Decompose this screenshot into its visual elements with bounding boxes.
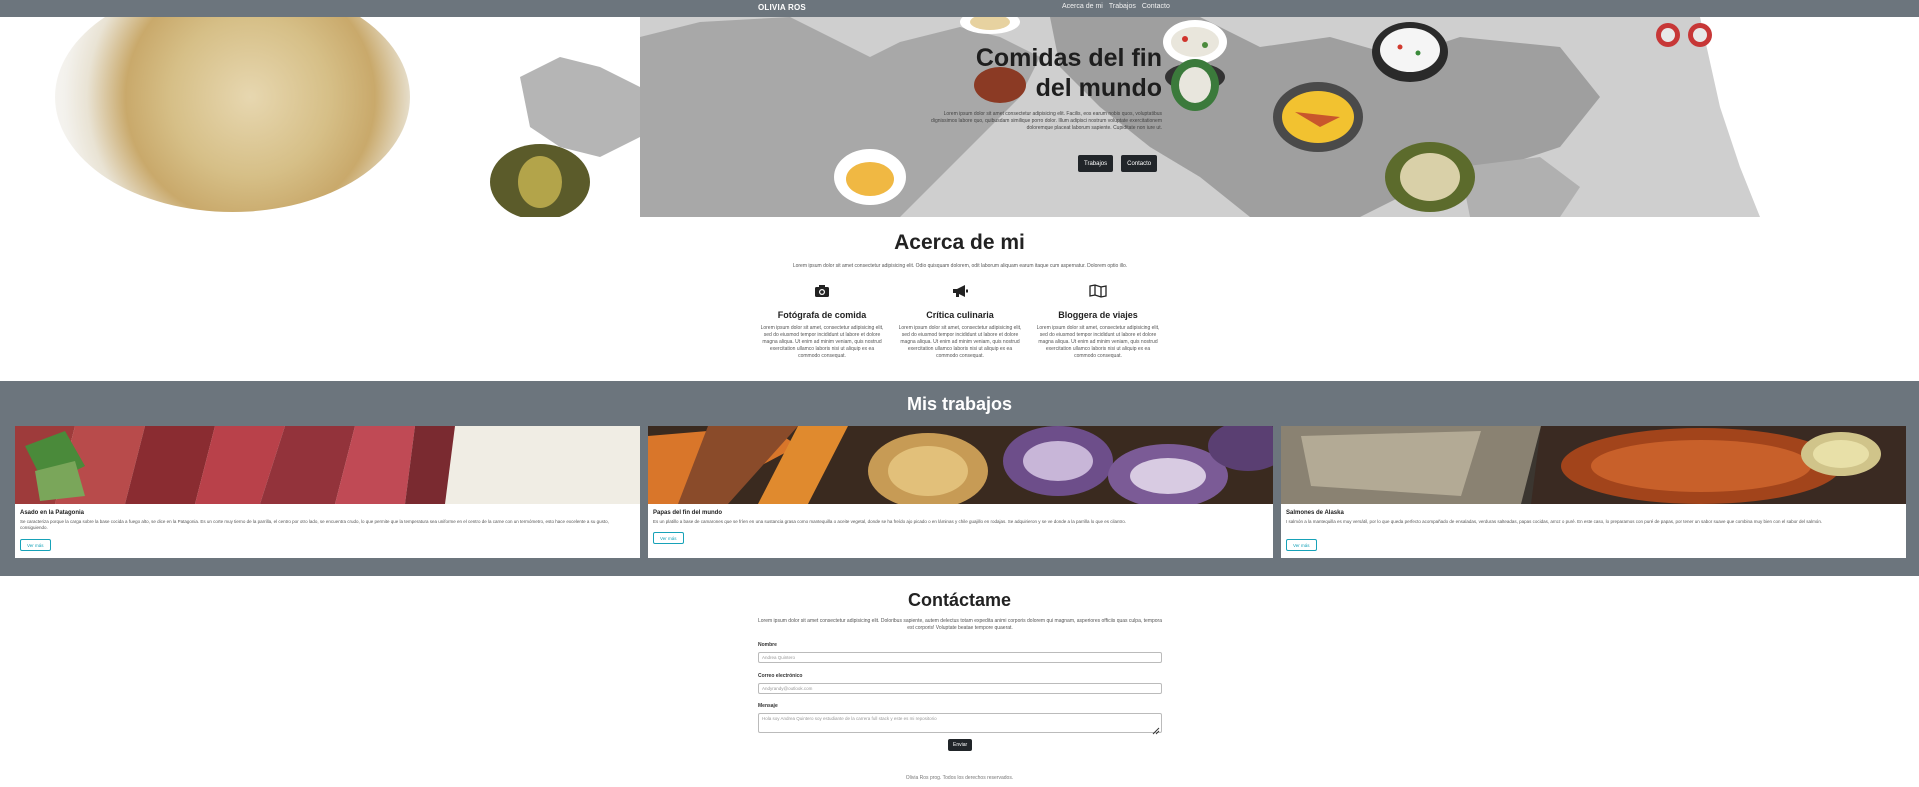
work-card: Salmones de Alaska I salmón a la mantequ… <box>1281 426 1906 558</box>
feature-title: Crítica culinaria <box>926 310 994 320</box>
card-text: Se caracteriza porque la carga sobre la … <box>20 519 609 530</box>
card-title: Asado en la Patagonia <box>20 510 85 516</box>
navbar: OLIVIA ROS Acerca de mi Trabajos Contact… <box>0 0 1919 17</box>
contacto-button[interactable]: Contacto <box>1121 155 1158 172</box>
feature-description: Lorem ipsum dolor sit amet, consectetur … <box>898 325 1022 359</box>
feature-title: Bloggera de viajes <box>1058 310 1138 320</box>
hero-description: Lorem ipsum dolor sit amet consectetur a… <box>931 111 1162 131</box>
hero-section: Comidas del fin del mundo Lorem ipsum do… <box>0 17 1919 217</box>
nav-link-acerca[interactable]: Acerca de mi <box>1062 3 1103 10</box>
feature-food-critic: Crítica culinaria Lorem ipsum dolor sit … <box>898 284 1022 360</box>
card-text: I salmón a la mantequilla es muy versáti… <box>1286 519 1823 524</box>
footer-text: Olivia Ros prog. Todos los derechos rese… <box>905 775 1014 781</box>
hero-title: Comidas del fin del mundo <box>930 43 1162 103</box>
work-card: Papas del fin del mundo Es un platillo a… <box>648 426 1273 558</box>
feature-food-photographer: Fotógrafa de comida Lorem ipsum dolor si… <box>760 284 884 360</box>
about-lead: Lorem ipsum dolor sit amet consectetur a… <box>792 263 1128 269</box>
enviar-button[interactable]: Enviar <box>948 739 973 751</box>
ver-mas-button[interactable]: Ver más <box>20 539 51 551</box>
salmon-image <box>1281 426 1906 504</box>
hero-title-line1: Comidas del fin <box>975 44 1162 72</box>
works-section: Mis trabajos Asado en la Patagonia Se ca… <box>0 381 1919 576</box>
contact-title: Contáctame <box>907 590 1012 610</box>
potatoes-image <box>648 426 1273 504</box>
email-label: Correo electrónico <box>758 673 803 679</box>
email-field[interactable] <box>758 683 1162 694</box>
feature-description: Lorem ipsum dolor sit amet, consectetur … <box>760 325 884 359</box>
card-title: Salmones de Alaska <box>1286 510 1344 516</box>
name-label: Nombre <box>758 642 777 648</box>
feature-title: Fotógrafa de comida <box>777 310 867 320</box>
contact-lead: Lorem ipsum dolor sit amet consectetur a… <box>758 618 1162 631</box>
nav-links: Acerca de mi Trabajos Contacto <box>1062 3 1170 10</box>
resize-handle-icon[interactable] <box>1152 722 1160 735</box>
works-title: Mis trabajos <box>906 394 1013 414</box>
map-icon <box>1036 284 1160 300</box>
message-field[interactable]: Hola soy Andrea Quintero soy estudiante … <box>758 713 1162 733</box>
hero-text: Comidas del fin del mundo Lorem ipsum do… <box>930 43 1162 132</box>
message-label: Mensaje <box>758 703 778 709</box>
ver-mas-button[interactable]: Ver más <box>653 532 684 544</box>
feature-description: Lorem ipsum dolor sit amet, consectetur … <box>1036 325 1160 359</box>
work-card: Asado en la Patagonia Se caracteriza por… <box>15 426 640 558</box>
hero-buttons: Trabajos Contacto <box>1078 155 1158 172</box>
nav-link-trabajos[interactable]: Trabajos <box>1109 3 1136 10</box>
camera-icon <box>760 284 884 300</box>
name-field[interactable] <box>758 652 1162 663</box>
brand-logo[interactable]: OLIVIA ROS <box>758 3 806 12</box>
ver-mas-button[interactable]: Ver más <box>1286 539 1317 551</box>
hero-title-line2: del mundo <box>1035 74 1162 102</box>
nav-link-contacto[interactable]: Contacto <box>1142 3 1170 10</box>
steak-image <box>15 426 640 504</box>
megaphone-icon <box>898 284 1022 300</box>
feature-travel-blogger: Bloggera de viajes Lorem ipsum dolor sit… <box>1036 284 1160 360</box>
card-text: Es un platillo a base de camarones que s… <box>653 519 1127 524</box>
card-title: Papas del fin del mundo <box>653 510 723 516</box>
trabajos-button[interactable]: Trabajos <box>1078 155 1114 172</box>
about-title: Acerca de mi <box>894 231 1025 254</box>
